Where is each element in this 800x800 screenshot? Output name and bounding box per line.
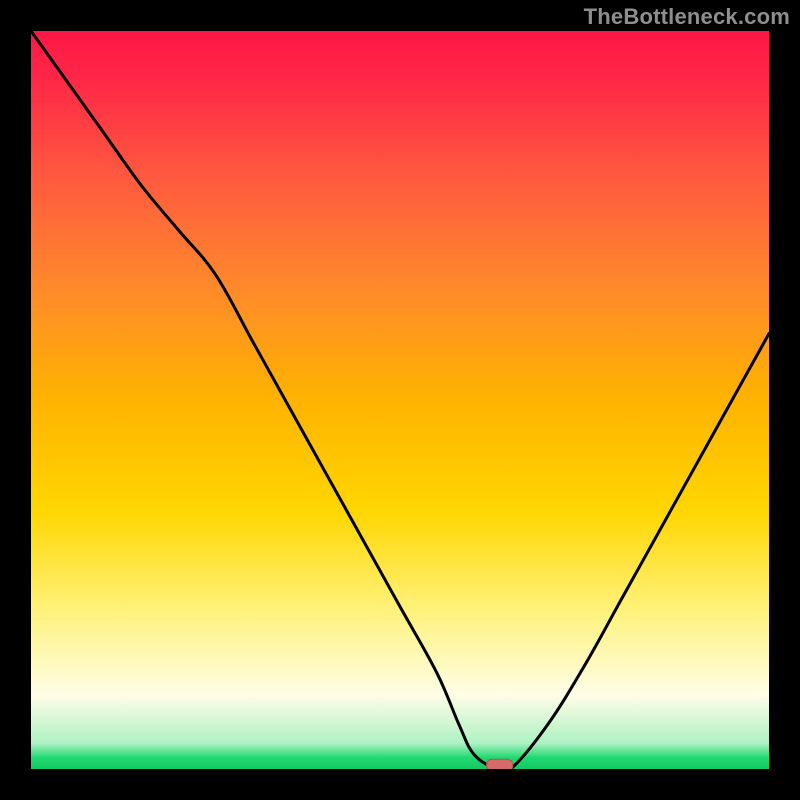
optimal-marker <box>487 759 513 769</box>
watermark-label: TheBottleneck.com <box>584 4 790 30</box>
plot-area <box>31 31 769 769</box>
plot-svg <box>31 31 769 769</box>
chart-frame: TheBottleneck.com <box>0 0 800 800</box>
gradient-background <box>31 31 769 769</box>
